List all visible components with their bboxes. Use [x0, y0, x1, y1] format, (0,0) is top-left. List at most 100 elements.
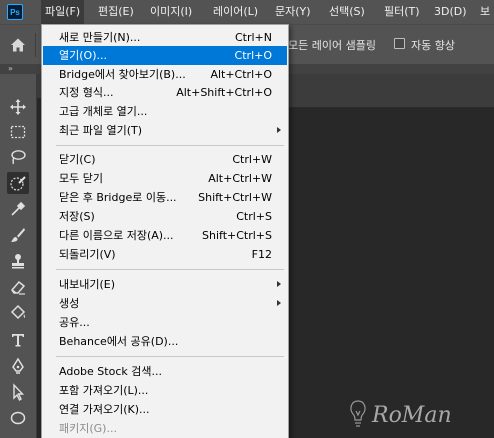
menu-item-close-and-go-to-bridge[interactable]: 닫은 후 Bridge로 이동... Shift+Ctrl+W: [43, 188, 287, 207]
eraser-tool[interactable]: [7, 276, 29, 298]
eyedropper-tool-icon: [11, 201, 26, 216]
menu-filter[interactable]: 필터(T): [380, 0, 424, 24]
eraser-tool-icon: [11, 280, 26, 295]
watermark-text: RoMan: [371, 403, 452, 428]
menu-item-shortcut: Shift+Ctrl+W: [198, 191, 272, 204]
menu-item-shortcut: Ctrl+S: [236, 210, 272, 223]
menu-item-open[interactable]: 열기(O)... Ctrl+O: [43, 46, 287, 65]
menu-item-close-all[interactable]: 모두 닫기 Alt+Ctrl+W: [43, 169, 287, 188]
menu-item-label: 열기(O)...: [59, 49, 107, 62]
ellipse-tool-icon: [10, 411, 26, 425]
auto-enhance-checkbox[interactable]: [394, 38, 405, 49]
clone-stamp-tool[interactable]: [7, 250, 29, 272]
ellipse-tool[interactable]: [7, 407, 29, 429]
marquee-tool-icon: [10, 125, 26, 139]
menu-item-shortcut: Ctrl+N: [234, 31, 272, 44]
collapse-toolbar-icon[interactable]: »: [8, 64, 13, 74]
menu-3d[interactable]: 3D(D): [430, 0, 471, 24]
paint-bucket-tool-icon: [10, 304, 26, 320]
menu-bar: Ps 파일(F) 편집(E) 이미지(I) 레이어(L) 문자(Y) 선택(S)…: [0, 0, 494, 24]
menu-item-label: 지정 형식...: [59, 86, 114, 99]
menu-view[interactable]: 보: [476, 0, 494, 24]
menu-item-open-as[interactable]: 지정 형식... Alt+Shift+Ctrl+O: [43, 83, 287, 102]
menu-item-shortcut: Alt+Ctrl+O: [210, 68, 272, 81]
menu-type[interactable]: 문자(Y): [271, 0, 315, 24]
menu-item-label: 다른 이름으로 저장(A)...: [59, 229, 174, 242]
clone-stamp-tool-icon: [12, 254, 24, 269]
menu-item-place-embedded[interactable]: 포함 가져오기(L)...: [43, 381, 287, 400]
auto-enhance-label: 자동 향상: [411, 39, 455, 52]
menu-item-label: 새로 만들기(N)...: [59, 31, 141, 44]
brush-tool-icon: [11, 228, 25, 242]
paint-bucket-tool[interactable]: [7, 302, 29, 324]
menu-item-shortcut: Ctrl+O: [234, 49, 272, 62]
eyedropper-tool[interactable]: [7, 198, 29, 220]
roman-watermark: RoMan: [350, 400, 452, 428]
submenu-arrow-icon: [277, 281, 281, 287]
menu-item-place-linked[interactable]: 연결 가져오기(K)...: [43, 400, 287, 419]
pen-tool-icon: [12, 357, 24, 374]
menu-item-package: 패키지(G)...: [43, 419, 287, 438]
menu-item-label: 최근 파일 열기(T): [59, 124, 143, 137]
menu-item-label: 되돌리기(V): [59, 248, 116, 261]
quick-selection-tool-icon: [10, 176, 26, 191]
menu-item-open-as-smart-object[interactable]: 고급 개체로 열기...: [43, 102, 287, 121]
menu-item-share-on-behance[interactable]: Behance에서 공유(D)...: [43, 332, 287, 351]
move-tool[interactable]: [7, 96, 29, 118]
menu-item-new[interactable]: 새로 만들기(N)... Ctrl+N: [43, 28, 287, 47]
menu-edit[interactable]: 편집(E): [94, 0, 138, 24]
submenu-arrow-icon: [277, 300, 281, 306]
menu-item-label: 저장(S): [59, 210, 95, 223]
sample-all-layers-label: 모든 레이어 샘플링: [288, 39, 376, 52]
options-separator: [35, 33, 36, 57]
tools-panel: [0, 74, 37, 438]
path-selection-tool[interactable]: [7, 381, 29, 403]
lasso-tool[interactable]: [7, 146, 29, 168]
menu-item-share[interactable]: 공유...: [43, 313, 287, 332]
menu-item-label: 패키지(G)...: [59, 422, 117, 435]
menu-item-label: 고급 개체로 열기...: [59, 105, 148, 118]
lightbulb-icon: [350, 400, 366, 427]
menu-item-label: Bridge에서 찾아보기(B)...: [59, 68, 186, 81]
menu-item-generate[interactable]: 생성: [43, 294, 287, 313]
menu-item-label: Behance에서 공유(D)...: [59, 335, 179, 348]
menu-item-shortcut: Shift+Ctrl+S: [202, 229, 272, 242]
toolbar-header: [0, 64, 37, 74]
menu-item-label: 닫은 후 Bridge로 이동...: [59, 191, 177, 204]
menu-item-label: 닫기(C): [59, 153, 96, 166]
menu-item-open-recent[interactable]: 최근 파일 열기(T): [43, 121, 287, 140]
home-icon[interactable]: [10, 37, 26, 53]
menu-item-search-adobe-stock[interactable]: Adobe Stock 검색...: [43, 362, 287, 381]
type-tool[interactable]: [7, 329, 29, 351]
menu-item-label: Adobe Stock 검색...: [59, 365, 162, 378]
marquee-tool[interactable]: [7, 121, 29, 143]
menu-separator: [56, 269, 284, 270]
menu-item-label: 내보내기(E): [59, 278, 116, 291]
menu-item-shortcut: Ctrl+W: [232, 153, 272, 166]
horizontal-ruler: [289, 92, 494, 108]
menu-item-label: 포함 가져오기(L)...: [59, 384, 149, 397]
lasso-tool-icon: [11, 150, 26, 165]
menu-item-close[interactable]: 닫기(C) Ctrl+W: [43, 150, 287, 169]
menu-item-revert[interactable]: 되돌리기(V) F12: [43, 245, 287, 264]
menu-item-label: 생성: [59, 297, 80, 310]
file-menu-dropdown: 새로 만들기(N)... Ctrl+N 열기(O)... Ctrl+O Brid…: [41, 24, 289, 438]
menu-layer[interactable]: 레이어(L): [209, 0, 262, 24]
pen-tool[interactable]: [7, 355, 29, 377]
menu-file[interactable]: 파일(F): [41, 0, 85, 24]
submenu-arrow-icon: [277, 127, 281, 133]
menu-item-export[interactable]: 내보내기(E): [43, 275, 287, 294]
menu-item-label: 모두 닫기: [59, 172, 103, 185]
menu-item-save-as[interactable]: 다른 이름으로 저장(A)... Shift+Ctrl+S: [43, 226, 287, 245]
move-tool-icon: [10, 99, 26, 115]
photoshop-window: Ps 파일(F) 편집(E) 이미지(I) 레이어(L) 문자(Y) 선택(S)…: [0, 0, 494, 438]
menu-item-browse-in-bridge[interactable]: Bridge에서 찾아보기(B)... Alt+Ctrl+O: [43, 65, 287, 84]
menu-image[interactable]: 이미지(I): [146, 0, 196, 24]
quick-selection-tool[interactable]: [7, 172, 29, 194]
path-selection-tool-icon: [13, 383, 25, 401]
menu-select[interactable]: 선택(S): [325, 0, 369, 24]
menu-item-shortcut: F12: [251, 248, 272, 261]
photoshop-logo-icon: Ps: [7, 4, 23, 20]
brush-tool[interactable]: [7, 224, 29, 246]
menu-item-save[interactable]: 저장(S) Ctrl+S: [43, 207, 287, 226]
